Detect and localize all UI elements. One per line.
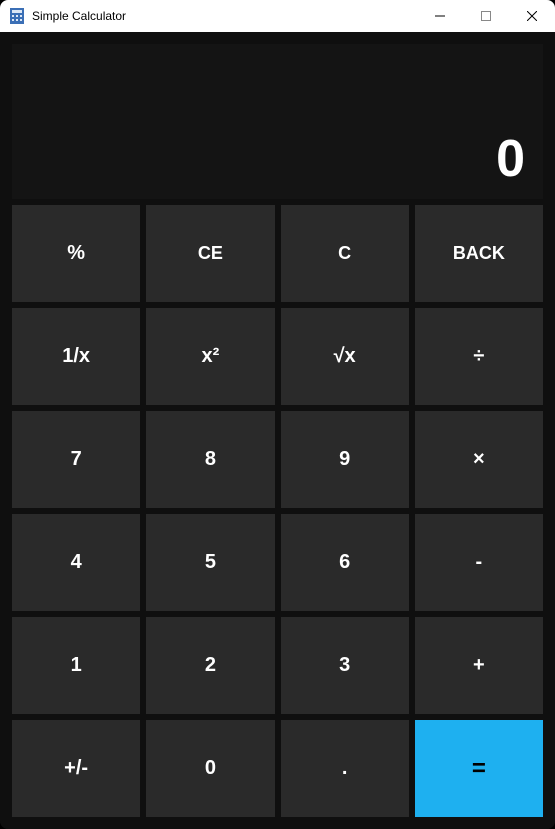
titlebar: Simple Calculator: [0, 0, 555, 32]
window-controls: [417, 0, 555, 32]
calculator-body: 0 % CE C BACK 1/x x² √x ÷ 7 8 9 × 4 5 6 …: [0, 32, 555, 829]
display: 0: [12, 44, 543, 199]
maximize-button[interactable]: [463, 0, 509, 32]
seven-key[interactable]: 7: [12, 411, 140, 508]
add-key[interactable]: +: [415, 617, 543, 714]
three-key[interactable]: 3: [281, 617, 409, 714]
nine-key[interactable]: 9: [281, 411, 409, 508]
square-key[interactable]: x²: [146, 308, 274, 405]
sqrt-key[interactable]: √x: [281, 308, 409, 405]
one-key[interactable]: 1: [12, 617, 140, 714]
calculator-icon: [10, 8, 24, 24]
close-button[interactable]: [509, 0, 555, 32]
window-title: Simple Calculator: [32, 9, 126, 23]
app-window: Simple Calculator 0 % CE C BACK 1/x x² √…: [0, 0, 555, 829]
equals-key[interactable]: =: [415, 720, 543, 817]
eight-key[interactable]: 8: [146, 411, 274, 508]
subtract-key[interactable]: -: [415, 514, 543, 611]
decimal-key[interactable]: .: [281, 720, 409, 817]
backspace-key[interactable]: BACK: [415, 205, 543, 302]
percent-key[interactable]: %: [12, 205, 140, 302]
titlebar-left: Simple Calculator: [0, 8, 126, 24]
clear-entry-key[interactable]: CE: [146, 205, 274, 302]
reciprocal-key[interactable]: 1/x: [12, 308, 140, 405]
clear-key[interactable]: C: [281, 205, 409, 302]
six-key[interactable]: 6: [281, 514, 409, 611]
four-key[interactable]: 4: [12, 514, 140, 611]
five-key[interactable]: 5: [146, 514, 274, 611]
multiply-key[interactable]: ×: [415, 411, 543, 508]
negate-key[interactable]: +/-: [12, 720, 140, 817]
keypad: % CE C BACK 1/x x² √x ÷ 7 8 9 × 4 5 6 - …: [12, 205, 543, 817]
two-key[interactable]: 2: [146, 617, 274, 714]
zero-key[interactable]: 0: [146, 720, 274, 817]
minimize-button[interactable]: [417, 0, 463, 32]
divide-key[interactable]: ÷: [415, 308, 543, 405]
